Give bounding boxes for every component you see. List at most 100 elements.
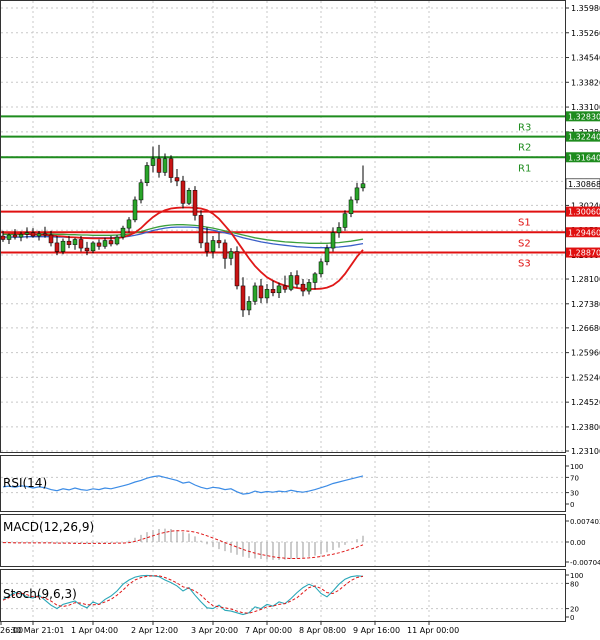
candle-down — [198, 215, 204, 244]
candle-down — [48, 234, 54, 244]
level-name-s1: S1 — [518, 218, 531, 229]
candle-up — [276, 285, 282, 294]
candle-up — [360, 183, 366, 189]
candle-down — [270, 289, 276, 294]
candle-up — [150, 158, 156, 166]
current-price-label: 1.30868 — [568, 180, 600, 189]
level-tag-label: 1.32830 — [568, 112, 600, 121]
sub-tick-label: 100 — [570, 572, 583, 580]
time-tick-label: 9 Apr 16:00 — [353, 626, 400, 635]
candle-down — [234, 251, 240, 287]
level-tag-label: 1.31640 — [568, 153, 600, 162]
candle-down — [282, 285, 288, 290]
candle-up — [246, 301, 252, 311]
level-name-r3: R3 — [518, 122, 531, 133]
candle-up — [144, 165, 150, 183]
level-tag-label: 1.32240 — [568, 133, 600, 142]
rsi-label: RSI(14) — [3, 476, 47, 490]
chart-canvas: R3 R2 R1 S1 S2 S3 1.35980 1.35260 1.34540 1.3382… — [0, 0, 600, 636]
sub-tick-label: 30 — [570, 490, 579, 498]
candle-up — [228, 251, 234, 259]
candle-up — [90, 242, 96, 252]
candle-down — [84, 247, 90, 252]
candle-up — [120, 227, 126, 238]
candle-down — [78, 239, 84, 249]
time-tick-label: 2 Apr 12:00 — [131, 626, 178, 635]
candle-up — [264, 289, 270, 299]
price-tick-label: 1.33100 — [571, 103, 600, 112]
sub-tick-label: 0 — [570, 501, 574, 509]
candle-up — [162, 158, 168, 173]
candle-up — [252, 285, 258, 302]
candle-up — [132, 199, 138, 221]
candle-down — [108, 240, 114, 245]
time-tick-label: 1 Apr 04:00 — [71, 626, 118, 635]
time-tick-label: 8 Apr 08:00 — [299, 626, 346, 635]
candle-up — [210, 240, 216, 252]
candle-up — [126, 219, 132, 229]
candle-down — [12, 234, 18, 238]
candle-up — [138, 182, 144, 201]
sub-tick-label: 0.00 — [570, 539, 586, 547]
sub-tick-label: 100 — [570, 463, 583, 471]
candle-down — [300, 283, 306, 292]
price-tick-label: 1.26680 — [571, 324, 600, 333]
candle-down — [156, 158, 162, 173]
price-tick-label: 1.34540 — [571, 54, 600, 63]
price-tick-label: 1.35980 — [571, 4, 600, 13]
candle-up — [60, 240, 66, 252]
time-tick-label: 30 Mar 21:01 — [11, 626, 64, 635]
macd-label: MACD(12,26,9) — [3, 520, 94, 534]
price-tick-label: 1.27380 — [571, 300, 600, 309]
candle-down — [54, 242, 60, 252]
candle-up — [318, 261, 324, 275]
price-tick-label: 1.25240 — [571, 373, 600, 382]
candle-up — [324, 247, 330, 263]
time-tick-label: 11 Apr 00:00 — [407, 626, 459, 635]
price-tick-label: 1.25960 — [571, 349, 600, 358]
candle-up — [288, 275, 294, 290]
sub-tick-label: 0.007403 — [570, 518, 600, 526]
price-tick-label: 1.35260 — [571, 29, 600, 38]
level-name-r2: R2 — [518, 143, 531, 154]
candle-down — [240, 285, 246, 311]
time-tick-label: 3 Apr 20:00 — [191, 626, 238, 635]
candle-up — [36, 233, 42, 237]
candle-down — [168, 158, 174, 178]
level-tag-label: 1.29460 — [568, 228, 600, 237]
candle-up — [342, 213, 348, 228]
price-tick-label: 1.33820 — [571, 78, 600, 87]
candle-down — [216, 240, 222, 244]
sub-tick-label: 0 — [570, 614, 574, 622]
candle-up — [330, 232, 336, 249]
candle-down — [30, 232, 36, 237]
candle-down — [174, 177, 180, 182]
candle-up — [348, 199, 354, 214]
candle-down — [180, 180, 186, 204]
price-tick-label: 1.28100 — [571, 275, 600, 284]
candle-up — [102, 240, 108, 247]
level-name-s3: S3 — [518, 259, 531, 270]
price-tick-label: 1.23800 — [571, 423, 600, 432]
candle-up — [6, 234, 12, 240]
sub-tick-label: -0.007049 — [570, 559, 600, 567]
candle-down — [204, 242, 210, 252]
level-name-r1: R1 — [518, 163, 531, 174]
candle-up — [354, 187, 360, 201]
candle-up — [72, 239, 78, 245]
time-tick-label: 7 Apr 00:00 — [245, 626, 292, 635]
candle-down — [0, 235, 6, 240]
level-tag-label: 1.28870 — [568, 249, 600, 258]
candle-up — [24, 232, 30, 235]
sub-tick-label: 70 — [570, 474, 579, 482]
price-tick-label: 1.24520 — [571, 398, 600, 407]
level-tag-label: 1.30060 — [568, 208, 600, 217]
candle-down — [96, 242, 102, 247]
candle-down — [258, 285, 264, 299]
candle-down — [42, 233, 48, 236]
candle-up — [336, 227, 342, 233]
candle-down — [192, 190, 198, 216]
candle-down — [294, 275, 300, 285]
candle-up — [306, 282, 312, 292]
sub-tick-label: 80 — [570, 580, 579, 588]
